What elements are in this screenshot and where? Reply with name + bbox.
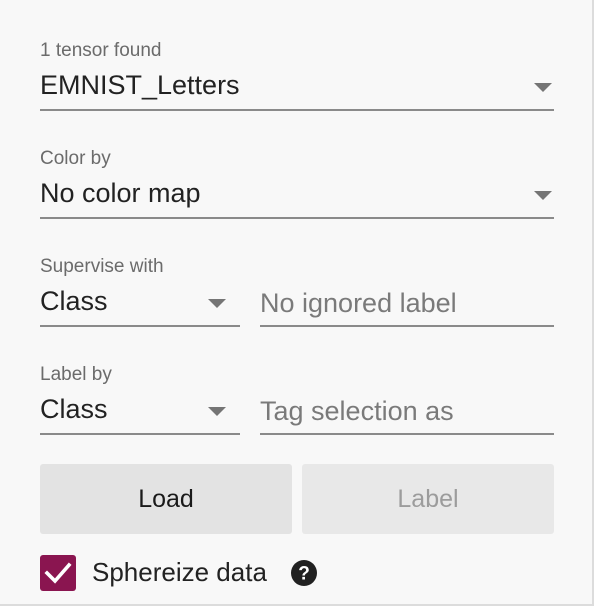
supervise-select[interactable]: Class: [40, 286, 240, 328]
label-by-label: Label by: [40, 364, 112, 385]
label-button[interactable]: Label: [302, 464, 554, 534]
label-by-select[interactable]: Class: [40, 394, 240, 436]
color-by-field: Color by No color map: [40, 148, 554, 220]
color-by-label: Color by: [40, 148, 111, 169]
ignored-label-field: [260, 286, 554, 328]
tag-selection-underline: [260, 433, 554, 435]
tag-selection-field: [260, 394, 554, 436]
supervise-select-value: Class: [40, 286, 108, 316]
help-question-icon[interactable]: ?: [290, 559, 318, 587]
supervise-dropdown-arrow-icon: [208, 299, 226, 308]
ignored-label-underline: [260, 325, 554, 327]
label-by-dropdown-arrow-icon: [208, 407, 226, 416]
load-button[interactable]: Load: [40, 464, 292, 534]
color-by-select[interactable]: No color map: [40, 178, 554, 220]
svg-text:?: ?: [298, 564, 310, 585]
sphereize-checkbox[interactable]: [40, 555, 76, 591]
color-by-dropdown-arrow-icon: [534, 191, 552, 200]
tensor-dropdown-arrow-icon: [534, 83, 552, 92]
color-by-select-value: No color map: [40, 178, 201, 208]
tag-selection-input[interactable]: [260, 394, 554, 428]
label-by-select-underline: [40, 433, 240, 435]
tensor-select[interactable]: EMNIST_Letters: [40, 70, 554, 112]
sphereize-label: Sphereize data: [92, 557, 267, 587]
projector-data-panel: 1 tensor found EMNIST_Letters Color by N…: [0, 0, 594, 606]
tensor-count-label: 1 tensor found: [40, 40, 162, 61]
label-by-field: Label by Class: [40, 364, 554, 436]
checkmark-icon: [40, 555, 76, 591]
supervise-field: Supervise with Class: [40, 256, 554, 328]
supervise-select-underline: [40, 325, 240, 327]
tensor-field: 1 tensor found EMNIST_Letters: [40, 40, 554, 112]
ignored-label-input[interactable]: [260, 286, 554, 320]
color-by-select-underline: [40, 217, 554, 219]
tensor-select-value: EMNIST_Letters: [40, 70, 240, 100]
tensor-select-underline: [40, 109, 554, 111]
label-by-select-value: Class: [40, 394, 108, 424]
supervise-label: Supervise with: [40, 256, 164, 277]
